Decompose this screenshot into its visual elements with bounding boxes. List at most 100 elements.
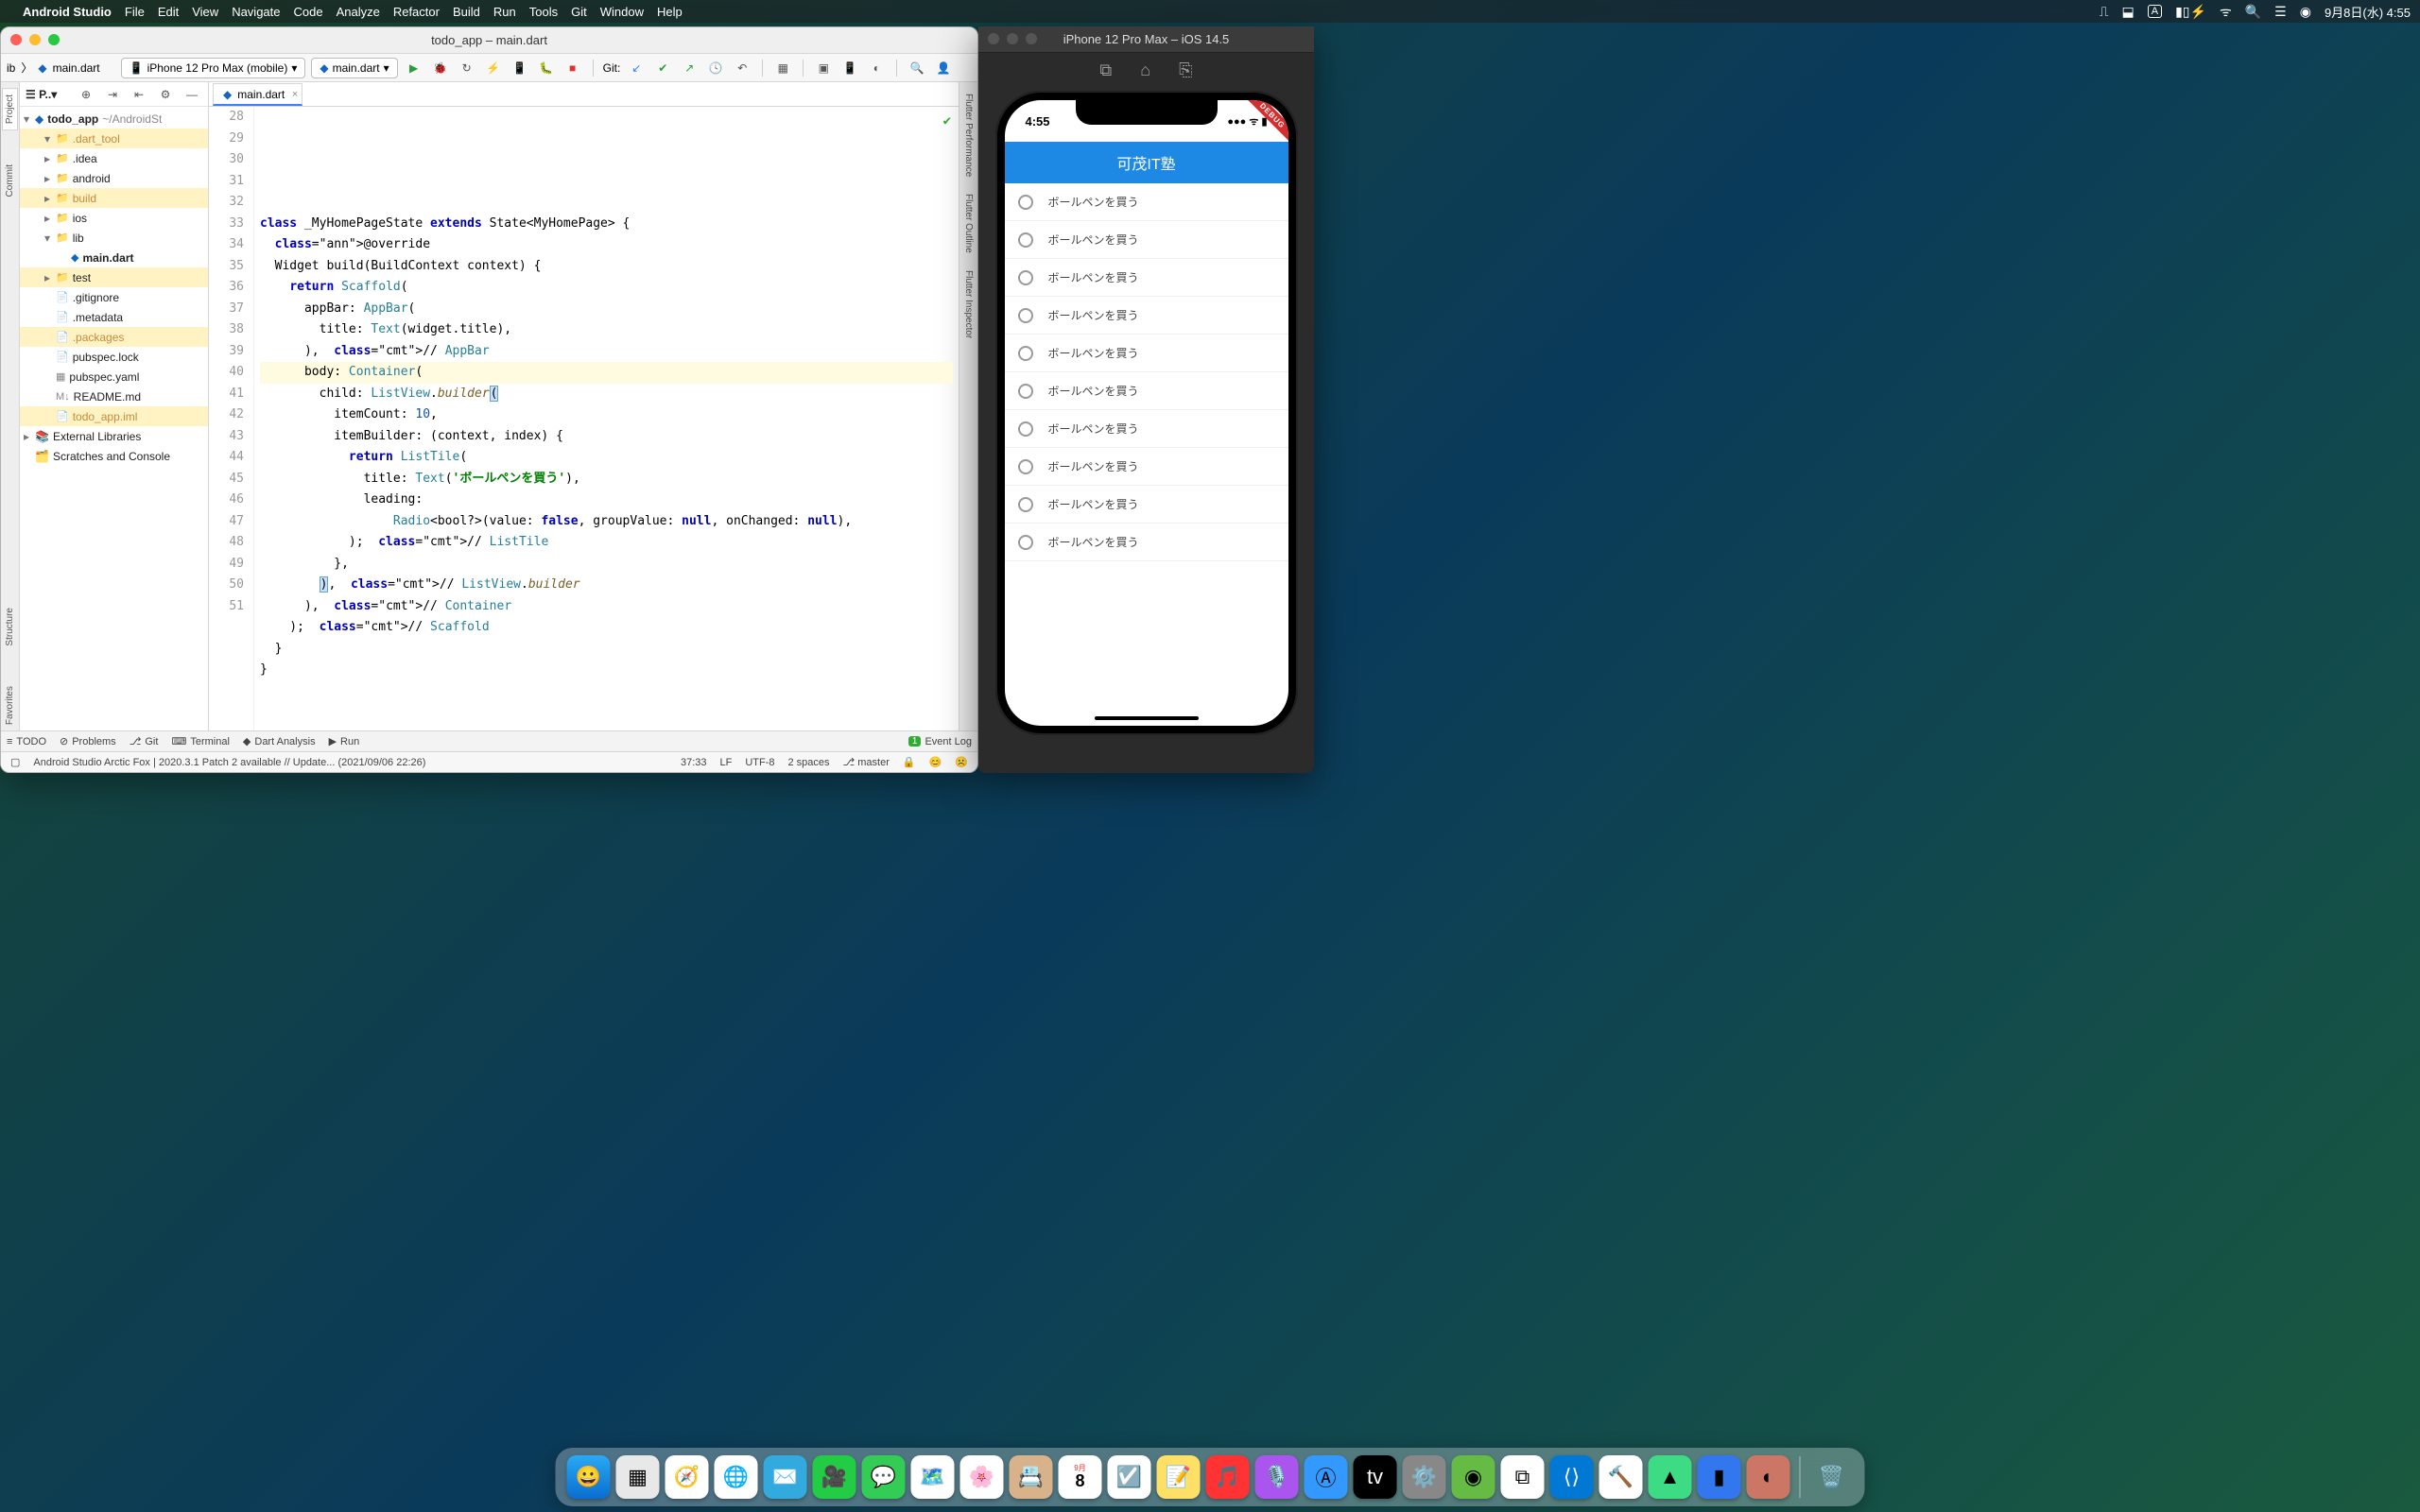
git-commit-button[interactable]: ✔ xyxy=(652,58,673,78)
menu-code[interactable]: Code xyxy=(294,5,323,19)
device-manager-button[interactable]: 📱 xyxy=(839,58,860,78)
dock-notes[interactable]: 📝 xyxy=(1157,1455,1201,1499)
dock-trash[interactable]: 🗑️ xyxy=(1810,1455,1854,1499)
tree-node[interactable]: ◆main.dart xyxy=(20,248,208,267)
radio-icon[interactable] xyxy=(1018,308,1033,323)
right-tab-outline[interactable]: Flutter Outline xyxy=(961,188,976,259)
statusicon1[interactable]: ⎍ xyxy=(2100,4,2109,20)
bottom-tab-todo[interactable]: ≡ TODO xyxy=(7,736,46,747)
home-indicator[interactable] xyxy=(1095,716,1199,720)
debug-button[interactable]: 🐞 xyxy=(430,58,451,78)
menu-refactor[interactable]: Refactor xyxy=(393,5,440,19)
sim-copy-icon[interactable]: ⎘ xyxy=(1179,60,1192,80)
wifi-icon[interactable]: ᯤ xyxy=(2220,3,2232,21)
git-rollback-button[interactable]: ↶ xyxy=(732,58,752,78)
app-name[interactable]: Android Studio xyxy=(23,5,112,19)
tree-node[interactable]: ▦pubspec.yaml xyxy=(20,367,208,387)
radio-icon[interactable] xyxy=(1018,497,1033,512)
run-button[interactable]: ▶ xyxy=(404,58,424,78)
todo-tile[interactable]: ボールペンを買う xyxy=(1005,183,1288,221)
todo-tile[interactable]: ボールペンを買う xyxy=(1005,297,1288,335)
menu-build[interactable]: Build xyxy=(453,5,480,19)
radio-icon[interactable] xyxy=(1018,195,1033,210)
device-selector[interactable]: 📱 iPhone 12 Pro Max (mobile) ▾ xyxy=(121,58,306,78)
bottom-tab-dart[interactable]: ◆ Dart Analysis xyxy=(243,735,316,747)
avd-manager-button[interactable]: ▦ xyxy=(772,58,793,78)
menu-view[interactable]: View xyxy=(192,5,218,19)
run-config-selector[interactable]: ◆ main.dart ▾ xyxy=(311,58,397,78)
radio-icon[interactable] xyxy=(1018,459,1033,474)
right-tab-performance[interactable]: Flutter Performance xyxy=(961,88,976,182)
status-message[interactable]: Android Studio Arctic Fox | 2020.3.1 Pat… xyxy=(33,757,425,768)
sim-zoom[interactable] xyxy=(1026,33,1037,44)
sim-close[interactable] xyxy=(988,33,999,44)
todo-tile[interactable]: ボールペンを買う xyxy=(1005,221,1288,259)
dock-xcode[interactable]: 🔨 xyxy=(1599,1455,1643,1499)
dock-podcasts[interactable]: 🎙️ xyxy=(1255,1455,1299,1499)
status-hide-icon[interactable]: ▢ xyxy=(10,756,20,768)
status-sad-icon[interactable]: ☹️ xyxy=(955,756,968,768)
control-center-icon[interactable]: ☰ xyxy=(2274,4,2287,20)
status-line-sep[interactable]: LF xyxy=(719,757,732,768)
dock-androidstudio[interactable]: ▲ xyxy=(1649,1455,1692,1499)
dock-app3[interactable]: ◐ xyxy=(1747,1455,1790,1499)
sim-screenshot-icon[interactable]: ⧉ xyxy=(1099,60,1112,80)
project-hide-icon[interactable]: — xyxy=(182,84,202,105)
radio-icon[interactable] xyxy=(1018,270,1033,285)
tree-node[interactable]: ▸📁ios xyxy=(20,208,208,228)
todo-tile[interactable]: ボールペンを買う xyxy=(1005,524,1288,561)
tree-node[interactable]: ▸📁android xyxy=(20,168,208,188)
todo-tile[interactable]: ボールペンを買う xyxy=(1005,448,1288,486)
tree-node[interactable]: M↓README.md xyxy=(20,387,208,406)
menu-window[interactable]: Window xyxy=(600,5,644,19)
dock-appstore[interactable]: Ⓐ xyxy=(1305,1455,1348,1499)
todo-tile[interactable]: ボールペンを買う xyxy=(1005,372,1288,410)
editor-tab-main[interactable]: ◆ main.dart × xyxy=(213,83,302,106)
tree-node[interactable]: ▸📁.idea xyxy=(20,148,208,168)
tree-node[interactable]: ▾📁lib xyxy=(20,228,208,248)
tree-node[interactable]: 📄.gitignore xyxy=(20,287,208,307)
dock-photos[interactable]: 🌸 xyxy=(960,1455,1004,1499)
bottom-tab-eventlog[interactable]: 1 Event Log xyxy=(908,736,972,747)
git-push-button[interactable]: ↗ xyxy=(679,58,700,78)
radio-icon[interactable] xyxy=(1018,421,1033,437)
dock-vscode[interactable]: ⟨⟩ xyxy=(1550,1455,1594,1499)
menu-navigate[interactable]: Navigate xyxy=(232,5,280,19)
project-root[interactable]: ▾◆ todo_app ~/AndroidSt xyxy=(20,109,208,129)
zoom-window[interactable] xyxy=(48,34,60,45)
radio-icon[interactable] xyxy=(1018,384,1033,399)
todo-tile[interactable]: ボールペンを買う xyxy=(1005,486,1288,524)
menu-run[interactable]: Run xyxy=(493,5,516,19)
bottom-tab-terminal[interactable]: ⌨ Terminal xyxy=(171,735,229,747)
bottom-tab-problems[interactable]: ⊘ Problems xyxy=(60,735,116,747)
left-tab-favorites[interactable]: Favorites xyxy=(3,680,17,730)
breadcrumb-prefix[interactable]: ib xyxy=(7,61,15,75)
radio-icon[interactable] xyxy=(1018,232,1033,248)
status-happy-icon[interactable]: 😊 xyxy=(929,756,942,768)
menu-help[interactable]: Help xyxy=(657,5,683,19)
project-collapse-icon[interactable]: ⇥ xyxy=(102,84,123,105)
inspection-ok-icon[interactable]: ✔ xyxy=(943,111,951,132)
tree-node[interactable]: ▸📁build xyxy=(20,188,208,208)
dock-calendar[interactable]: 9月8 xyxy=(1059,1455,1102,1499)
radio-icon[interactable] xyxy=(1018,346,1033,361)
right-tab-inspector[interactable]: Flutter Inspector xyxy=(961,265,976,344)
todo-list[interactable]: ボールペンを買うボールペンを買うボールペンを買うボールペンを買うボールペンを買う… xyxy=(1005,183,1288,561)
tree-node[interactable]: ▾📁.dart_tool xyxy=(20,129,208,148)
search-everywhere-button[interactable]: 🔍 xyxy=(907,58,927,78)
project-expand-icon[interactable]: ⇤ xyxy=(129,84,149,105)
tree-node[interactable]: ▸📁test xyxy=(20,267,208,287)
attach-button[interactable]: 📱 xyxy=(510,58,530,78)
todo-tile[interactable]: ボールペンを買う xyxy=(1005,335,1288,372)
settings-button[interactable]: 👤 xyxy=(933,58,954,78)
dock-safari[interactable]: 🧭 xyxy=(666,1455,709,1499)
spotlight-icon[interactable]: 🔍 xyxy=(2245,4,2261,20)
menu-tools[interactable]: Tools xyxy=(529,5,558,19)
close-window[interactable] xyxy=(10,34,22,45)
dock-finder[interactable]: 😀 xyxy=(567,1455,611,1499)
dock-facetime[interactable]: 🎥 xyxy=(813,1455,856,1499)
project-add-icon[interactable]: ⊕ xyxy=(76,84,96,105)
code-editor[interactable]: 2829303132333435363738394041424344454647… xyxy=(209,107,959,730)
dock-chrome[interactable]: 🌐 xyxy=(715,1455,758,1499)
git-pull-button[interactable]: ↙ xyxy=(626,58,647,78)
